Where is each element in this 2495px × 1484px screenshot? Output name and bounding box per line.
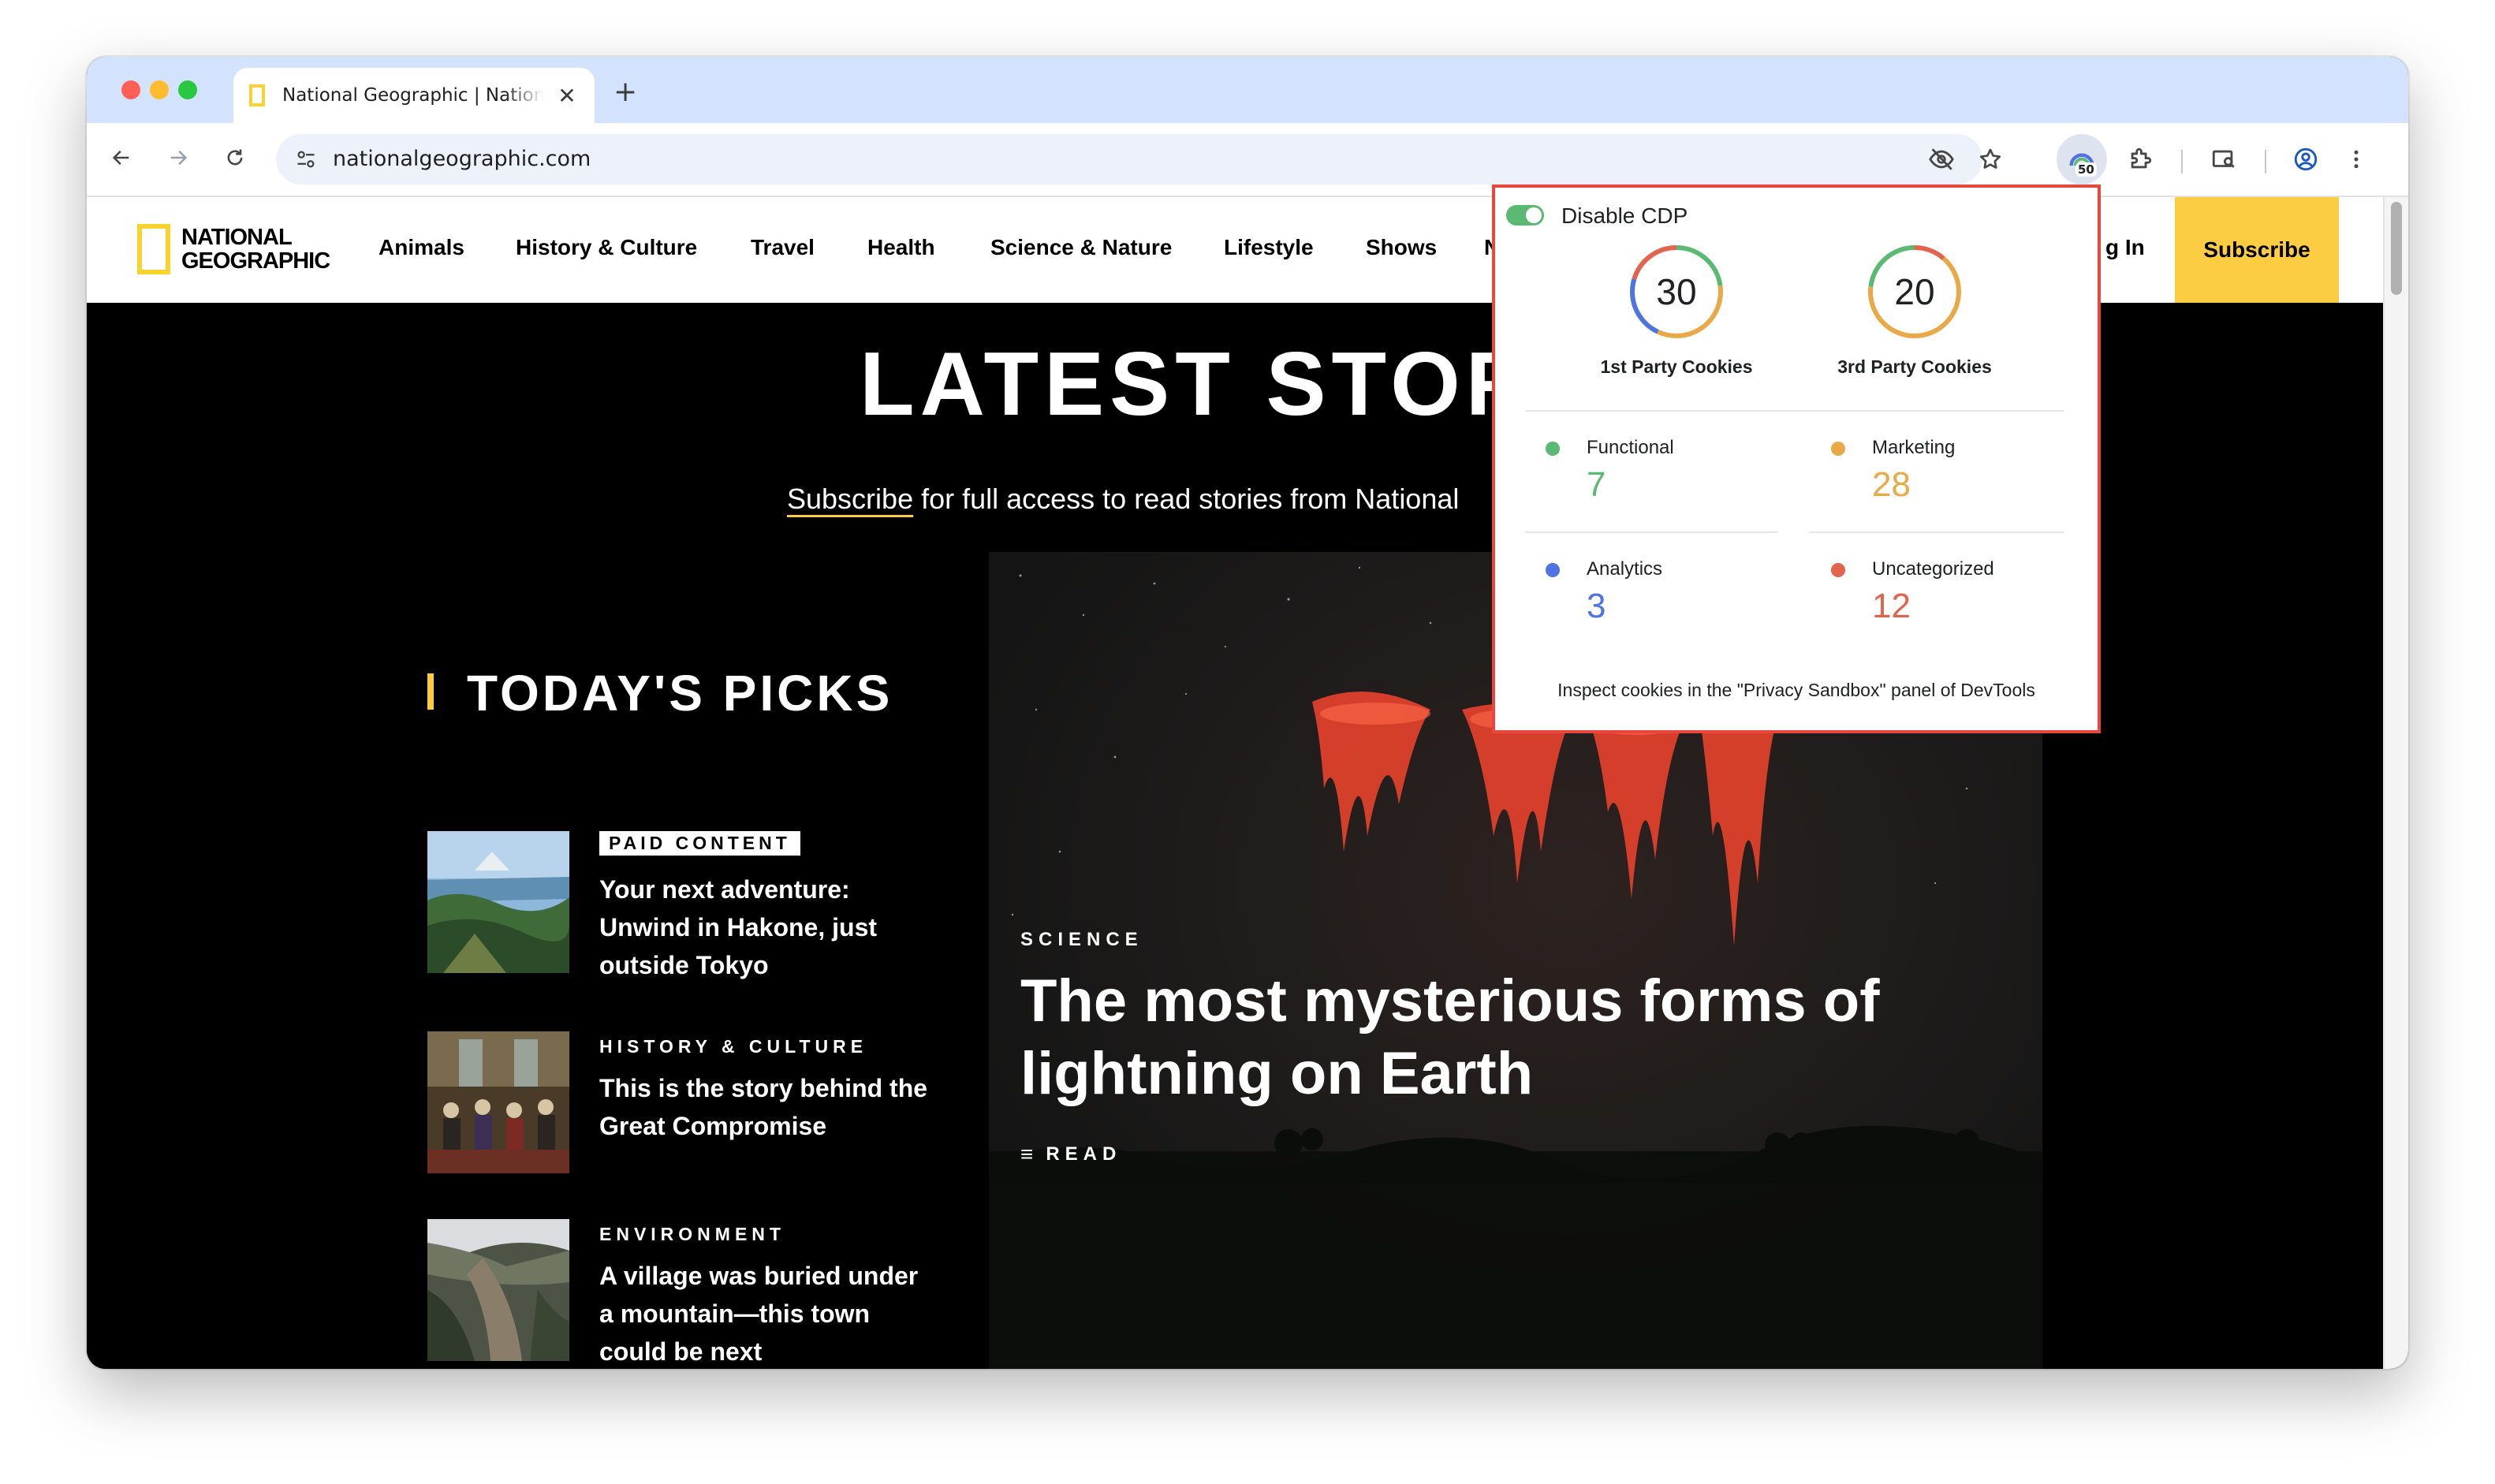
- tab-strip: National Geographic | National Geographi…: [87, 57, 2408, 123]
- address-bar[interactable]: nationalgeographic.com: [276, 134, 2001, 185]
- first-party-label: 1st Party Cookies: [1600, 356, 1753, 377]
- extensions-puzzle-icon[interactable]: [2123, 142, 2157, 177]
- arrow-left-icon: [112, 150, 129, 166]
- nav-science-nature[interactable]: Science & Nature: [990, 235, 1172, 260]
- tab-close-icon[interactable]: ✕: [555, 83, 579, 109]
- picks-accent-bar: [427, 673, 434, 710]
- analytics-label[interactable]: Analytics: [1587, 558, 1662, 580]
- extension-badge: 50: [2075, 162, 2097, 177]
- subscribe-link[interactable]: Subscribe: [787, 483, 913, 515]
- marketing-count: 28: [1872, 465, 1911, 504]
- nav-lifestyle[interactable]: Lifestyle: [1224, 235, 1314, 260]
- latest-subtitle: Subscribe for full access to read storie…: [787, 483, 1459, 516]
- nav-travel[interactable]: Travel: [751, 235, 815, 260]
- read-link[interactable]: ≡ READ: [1020, 1142, 1121, 1167]
- profile-avatar-icon[interactable]: [2288, 142, 2323, 177]
- pick-kicker: ENVIRONMENT: [599, 1224, 785, 1244]
- uncategorized-label[interactable]: Uncategorized: [1872, 558, 1994, 580]
- toolbar-divider: [2181, 150, 2183, 173]
- url-text: nationalgeographic.com: [333, 147, 591, 171]
- great-compromise-thumbnail[interactable]: [427, 1031, 569, 1173]
- pick-headline[interactable]: Your next adventure: Unwind in Hakone, j…: [599, 871, 930, 984]
- arrow-right-icon: [170, 150, 188, 166]
- marketing-dot-icon: [1831, 442, 1845, 456]
- uncategorized-count: 12: [1872, 587, 1911, 625]
- tab-title: National Geographic | National Geographi…: [282, 85, 544, 106]
- tab-active[interactable]: National Geographic | National Geographi…: [233, 68, 595, 123]
- todays-picks-heading: TODAY'S PICKS: [467, 665, 893, 721]
- new-tab-button[interactable]: +: [613, 76, 637, 108]
- eye-off-icon[interactable]: [1926, 145, 1957, 173]
- cookie-extension-popup: Disable CDP 30 1st Party Cookies 20 3rd …: [1492, 185, 2101, 733]
- popup-divider: [1525, 410, 2064, 412]
- analytics-count: 3: [1587, 587, 1606, 625]
- disable-cdp-toggle[interactable]: [1506, 205, 1544, 226]
- latest-stories-heading: LATEST STORI: [860, 334, 1567, 434]
- devtools-hint: Inspect cookies in the "Privacy Sandbox"…: [1557, 680, 2035, 700]
- analytics-dot-icon: [1546, 563, 1560, 577]
- nav-shows[interactable]: Shows: [1366, 235, 1437, 260]
- pick-kicker: PAID CONTENT: [599, 831, 800, 856]
- cast-search-icon[interactable]: [2206, 142, 2241, 177]
- minimize-window-button[interactable]: [150, 80, 169, 99]
- first-party-count: 30: [1656, 271, 1697, 312]
- browser-window: National Geographic | National Geographi…: [87, 57, 2408, 1369]
- reload-icon: [227, 149, 243, 166]
- login-link[interactable]: g In: [2105, 235, 2145, 260]
- logo-line-1: NATIONAL: [181, 225, 293, 250]
- functional-count: 7: [1587, 465, 1606, 504]
- article-lines-icon: ≡: [1020, 1142, 1034, 1166]
- nav-animals[interactable]: Animals: [379, 235, 464, 260]
- uncategorized-dot-icon: [1831, 563, 1845, 577]
- read-label: READ: [1046, 1143, 1122, 1165]
- yellow-frame-icon: [137, 224, 170, 274]
- hakone-thumbnail[interactable]: [427, 831, 569, 973]
- reload-button[interactable]: [218, 140, 252, 175]
- natgeo-favicon-icon: [249, 84, 265, 106]
- nav-history-culture[interactable]: History & Culture: [516, 235, 697, 260]
- page-scrollbar[interactable]: [2383, 197, 2408, 1369]
- third-party-label: 3rd Party Cookies: [1837, 356, 1992, 377]
- toolbar-divider: [2265, 150, 2266, 173]
- maximize-window-button[interactable]: [178, 80, 197, 99]
- pick-headline[interactable]: This is the story behind the Great Compr…: [599, 1069, 930, 1145]
- hero-kicker: SCIENCE: [1020, 929, 1143, 950]
- back-button[interactable]: [104, 140, 139, 175]
- marketing-label[interactable]: Marketing: [1872, 437, 1955, 459]
- nav-health[interactable]: Health: [867, 235, 935, 260]
- forward-button[interactable]: [161, 140, 196, 175]
- subscribe-button[interactable]: Subscribe: [2175, 197, 2339, 303]
- kebab-menu-icon[interactable]: [2339, 142, 2374, 177]
- toggle-knob: [1526, 207, 1542, 223]
- functional-label[interactable]: Functional: [1587, 437, 1674, 459]
- pick-kicker: HISTORY & CULTURE: [599, 1036, 868, 1057]
- third-party-count: 20: [1894, 271, 1935, 312]
- natgeo-logo[interactable]: NATIONAL GEOGRAPHIC: [137, 224, 330, 274]
- site-info-icon[interactable]: [292, 145, 320, 173]
- bookmark-star-icon[interactable]: [1975, 145, 2006, 173]
- popup-divider: [1809, 531, 2064, 533]
- popup-divider: [1525, 531, 1777, 533]
- disable-cdp-label: Disable CDP: [1561, 203, 1688, 228]
- scrollbar-thumb[interactable]: [2391, 202, 2402, 295]
- hero-headline[interactable]: The most mysterious forms of lightning o…: [1020, 965, 1967, 1110]
- village-landslide-thumbnail[interactable]: [427, 1219, 569, 1361]
- functional-dot-icon: [1546, 442, 1560, 456]
- pick-headline[interactable]: A village was buried under a mountain—th…: [599, 1257, 930, 1369]
- subtitle-text: for full access to read stories from Nat…: [913, 483, 1460, 515]
- close-window-button[interactable]: [121, 80, 140, 99]
- third-party-ring[interactable]: 20: [1866, 243, 1964, 341]
- logo-line-2: GEOGRAPHIC: [181, 248, 330, 274]
- first-party-ring[interactable]: 30: [1628, 243, 1725, 341]
